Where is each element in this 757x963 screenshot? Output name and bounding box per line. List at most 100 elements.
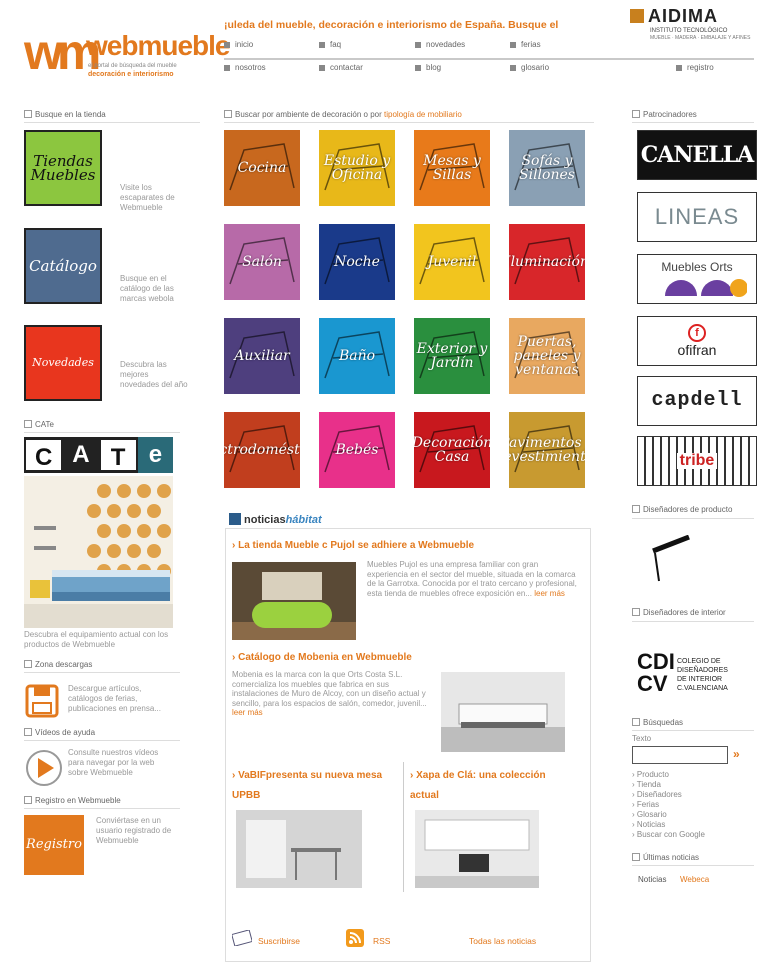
nav-glosario[interactable]: glosario <box>510 63 549 72</box>
news-image-1[interactable] <box>232 562 356 640</box>
rss-icon[interactable] <box>346 929 364 947</box>
logo-tagline: el portal de búsqueda del mueble <box>88 63 177 69</box>
tiendas-thumb[interactable]: Tiendas Muebles <box>24 130 102 206</box>
news-title-1[interactable]: La tienda Mueble c Pujol se adhiere a We… <box>232 540 474 551</box>
category-tile[interactable]: Estudio y Oficina <box>319 130 395 206</box>
search-option[interactable]: › Producto <box>632 770 669 780</box>
logo-mark: wm <box>24 24 101 80</box>
cdicv-logo[interactable]: CDI CV COLEGIO DE DISEÑADORES DE INTERIO… <box>637 651 757 699</box>
sponsor-tribe-label: tribe <box>676 453 718 469</box>
sponsor-capdell[interactable]: capdell <box>637 376 757 426</box>
cate-bedroom-image[interactable] <box>24 476 173 628</box>
grid-heading-link[interactable]: tipología de mobiliario <box>384 110 462 119</box>
ofifran-mark: f <box>688 324 706 342</box>
latest-link[interactable]: Webeca <box>680 875 709 885</box>
news-image-2[interactable] <box>441 672 565 752</box>
search-option[interactable]: › Ferias <box>632 800 659 810</box>
category-tile[interactable]: Decoración Casa <box>414 412 490 488</box>
nav-novedades[interactable]: novedades <box>415 40 465 49</box>
category-tile[interactable]: Noche <box>319 224 395 300</box>
category-label: Decoración Casa <box>414 435 490 465</box>
sponsor-lineas[interactable]: LINEAS <box>637 192 757 242</box>
news-title-4[interactable]: Xapa de Clá: una colección actual <box>410 766 550 806</box>
catalogo-thumb[interactable]: Catálogo <box>24 228 102 304</box>
category-tile[interactable]: Exterior y Jardín <box>414 318 490 394</box>
news-more-1[interactable]: leer más <box>534 589 565 598</box>
category-label: Electrodomésticos <box>224 442 300 458</box>
noticias-habitat-logo: noticiashábitat <box>229 513 322 526</box>
aidima-subtitle: INSTITUTO TECNOLÓGICO <box>650 28 728 34</box>
section-heading-cate: CATe <box>24 420 180 433</box>
category-tile[interactable]: Auxiliar <box>224 318 300 394</box>
cate-letter-a: A <box>72 441 90 468</box>
novedades-text[interactable]: Descubra las mejores novedades del año <box>120 360 188 390</box>
sponsor-canella[interactable]: CANELLA <box>637 130 757 180</box>
nav-registro[interactable]: registro <box>676 63 714 72</box>
news-title-3[interactable]: VaBIFpresenta su nueva mesa UPBB <box>232 766 392 806</box>
novedades-thumb[interactable]: Novedades <box>24 325 102 401</box>
nav-contactar[interactable]: contactar <box>319 63 363 72</box>
rss-link[interactable]: RSS <box>373 936 390 946</box>
aidima-logo[interactable]: AIDIMA INSTITUTO TECNOLÓGICO MUEBLE · MA… <box>630 7 755 47</box>
cate-logo[interactable]: C A T e <box>24 437 173 473</box>
subscribe-link[interactable]: Suscribirse <box>258 936 300 946</box>
category-tile[interactable]: Puertas, paneles y ventanas <box>509 318 585 394</box>
news-text-2: Mobenia es la marca con la que Orts Cost… <box>232 670 432 732</box>
nav-blog[interactable]: blog <box>415 63 441 72</box>
registro-text[interactable]: Conviértase en un usuario registrado de … <box>96 816 176 846</box>
search-option[interactable]: › Glosario <box>632 810 667 820</box>
sponsor-ofifran[interactable]: f ofifran <box>637 316 757 366</box>
search-option[interactable]: › Diseñadores <box>632 790 682 800</box>
category-tile[interactable]: Baño <box>319 318 395 394</box>
noticias-brand-b: hábitat <box>285 514 322 526</box>
section-heading-registro: Registro en Webmueble <box>24 796 180 809</box>
tiendas-text[interactable]: Visite los escaparates de Webmueble <box>120 183 188 213</box>
category-tile[interactable]: Bebés <box>319 412 395 488</box>
section-heading-disenadores-producto: Diseñadores de producto <box>632 505 754 519</box>
category-tile[interactable]: Cocina <box>224 130 300 206</box>
category-tile[interactable]: Sofás y Sillones <box>509 130 585 206</box>
registro-thumb[interactable]: Registro <box>24 815 84 875</box>
category-tile[interactable]: Pavimentos y Revestimientos <box>509 412 585 488</box>
nav-nosotros[interactable]: nosotros <box>224 63 266 72</box>
search-option[interactable]: › Tienda <box>632 780 661 790</box>
cdicv-line: DISEÑADORES <box>677 667 728 674</box>
nav-inicio[interactable]: inicio <box>224 40 253 49</box>
logo-subtitle: decoración e interiorismo <box>88 71 174 78</box>
videos-text[interactable]: Consulte nuestros vídeos para navegar po… <box>68 748 168 778</box>
section-heading-tienda: Busque en la tienda <box>24 110 200 123</box>
news-more-2[interactable]: leer más <box>232 708 263 717</box>
search-option[interactable]: › Buscar con Google <box>632 830 705 840</box>
news-title-2[interactable]: Catálogo de Mobenia en Webmueble <box>232 652 412 663</box>
webmueble-logo[interactable]: wm webmueble el portal de búsqueda del m… <box>24 24 230 82</box>
news-image-3[interactable] <box>236 810 362 888</box>
news-image-4[interactable] <box>415 810 539 888</box>
sponsor-muebles-orts[interactable]: Muebles Orts <box>637 254 757 304</box>
category-tile[interactable]: Juvenil <box>414 224 490 300</box>
all-news-link[interactable]: Todas las noticias <box>469 936 536 946</box>
sponsor-tribe[interactable]: tribe <box>637 436 757 486</box>
search-go-button[interactable]: » <box>733 747 740 761</box>
nav-faq[interactable]: faq <box>319 40 341 49</box>
category-tile[interactable]: Electrodomésticos <box>224 412 300 488</box>
search-label: Texto <box>632 734 652 743</box>
category-tile[interactable]: Mesas y Sillas <box>414 130 490 206</box>
play-video-icon[interactable] <box>24 748 64 788</box>
nav-ferias[interactable]: ferias <box>510 40 541 49</box>
search-input[interactable] <box>632 746 728 764</box>
floppy-disk-icon[interactable] <box>24 683 60 719</box>
category-label: Bebés <box>335 442 379 458</box>
catalogo-text[interactable]: Busque en el catálogo de las marcas webo… <box>120 274 188 304</box>
category-tile[interactable]: Iluminación <box>509 224 585 300</box>
sponsor-ofifran-label: ofifran <box>677 342 717 358</box>
section-heading-videos: Vídeos de ayuda <box>24 728 180 741</box>
category-tile[interactable]: Salón <box>224 224 300 300</box>
search-option[interactable]: › Noticias <box>632 820 665 830</box>
search-option-label: Buscar con Google <box>636 830 705 839</box>
designer-product-icon[interactable] <box>645 534 695 585</box>
envelope-icon[interactable] <box>231 929 253 947</box>
category-label: Mesas y Sillas <box>423 153 481 183</box>
grid-heading: Buscar por ambiente de decoración o por … <box>224 110 594 123</box>
descargas-text[interactable]: Descargue artículos, catálogos de ferias… <box>68 684 168 714</box>
category-label: Salón <box>242 254 282 270</box>
